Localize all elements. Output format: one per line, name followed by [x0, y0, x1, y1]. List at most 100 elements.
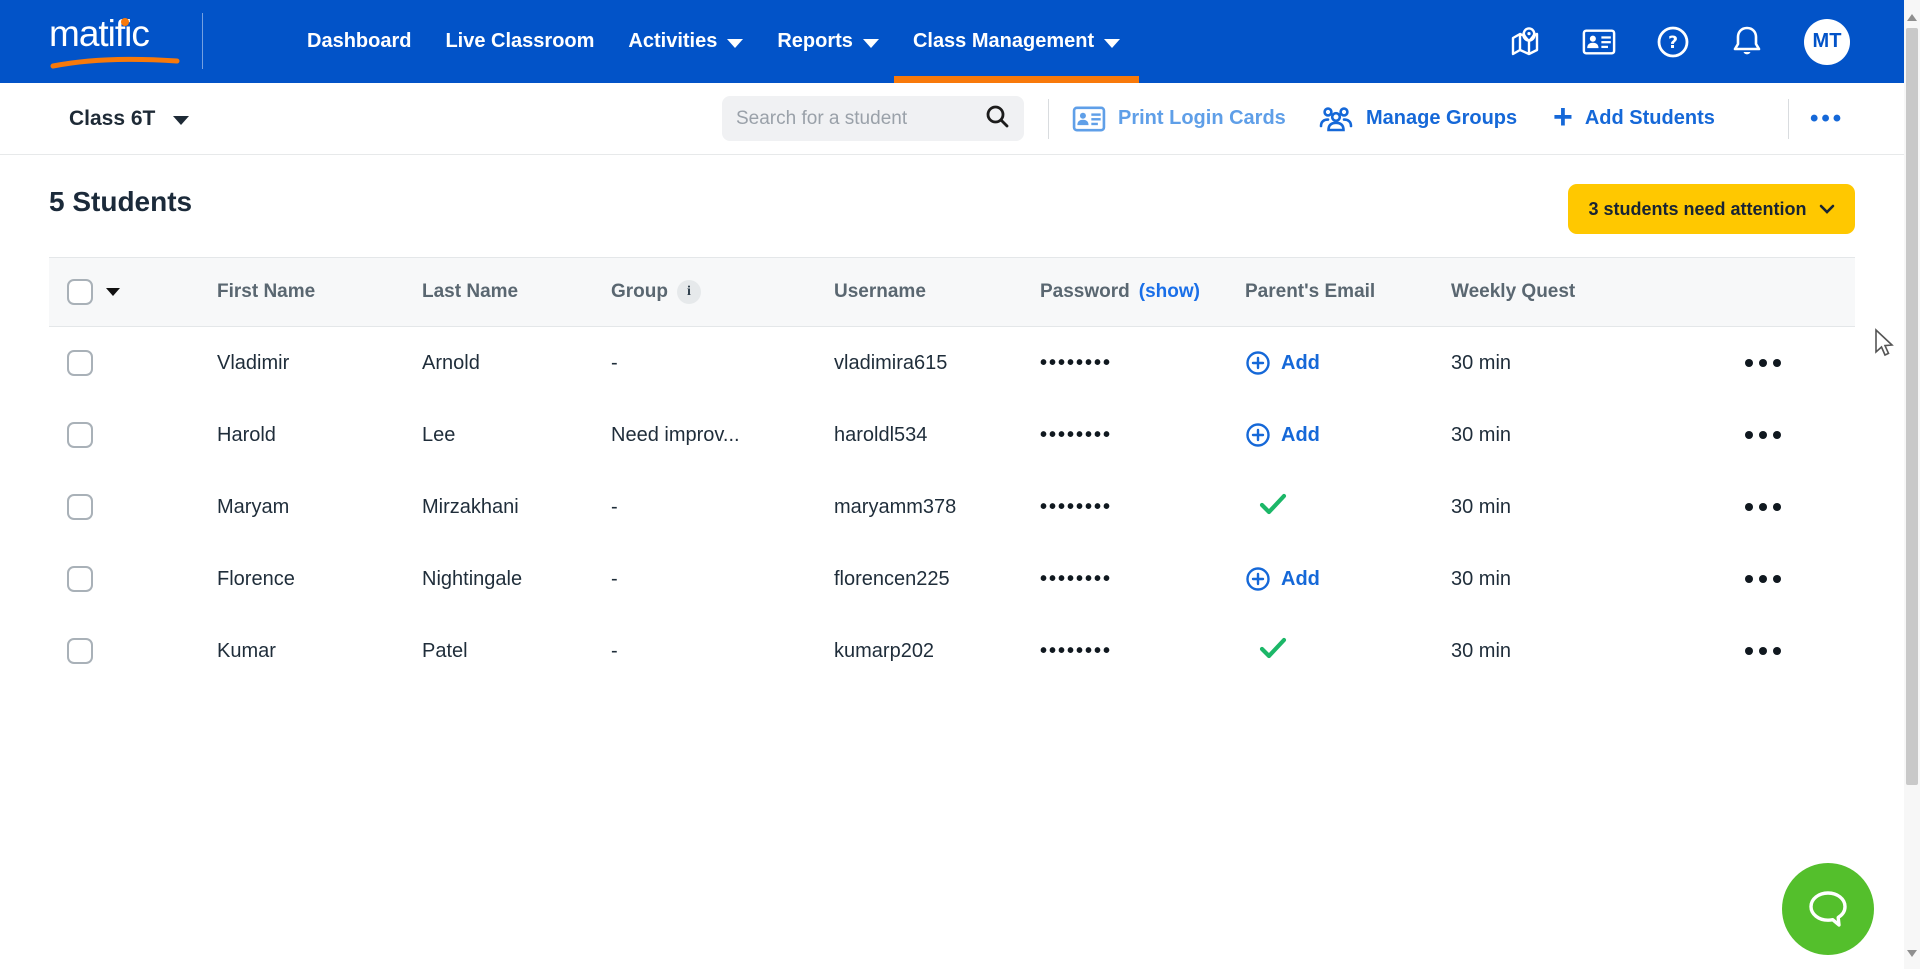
- ellipsis-icon: •••: [1810, 105, 1844, 133]
- nav-divider: [202, 13, 203, 69]
- add-parent-email-button[interactable]: Add: [1245, 422, 1320, 448]
- print-login-cards-label: Print Login Cards: [1118, 107, 1286, 130]
- main-nav: Dashboard Live Classroom Activities Repo…: [290, 0, 1137, 83]
- password-cell: ••••••••: [1040, 496, 1245, 519]
- select-all-checkbox[interactable]: [67, 279, 93, 305]
- nav-item-reports[interactable]: Reports: [760, 0, 896, 83]
- row-more-options-button[interactable]: [1671, 503, 1855, 511]
- column-header-last-name[interactable]: Last Name: [422, 281, 611, 303]
- toolbar-divider: [1048, 99, 1049, 139]
- notifications-bell-icon[interactable]: [1730, 25, 1764, 59]
- password-cell: ••••••••: [1040, 352, 1245, 375]
- logo-text: matific: [49, 13, 149, 54]
- username-cell: haroldl534: [834, 424, 1040, 447]
- circle-plus-icon: [1245, 566, 1271, 592]
- mouse-cursor: [1872, 328, 1896, 358]
- parents-email-cell: Add: [1245, 422, 1451, 448]
- group-cell: -: [611, 640, 834, 663]
- support-chat-button[interactable]: [1782, 863, 1874, 955]
- group-cell: -: [611, 496, 834, 519]
- circle-plus-icon: [1245, 350, 1271, 376]
- chevron-down-icon: [173, 116, 189, 125]
- login-cards-icon[interactable]: [1582, 25, 1616, 59]
- group-info-icon[interactable]: i: [677, 280, 701, 304]
- username-cell: vladimira615: [834, 352, 1040, 375]
- curriculum-map-icon[interactable]: [1508, 25, 1542, 59]
- search-input[interactable]: [736, 108, 984, 130]
- nav-item-class-management[interactable]: Class Management: [896, 0, 1137, 83]
- students-count-heading: 5 Students: [49, 186, 192, 218]
- username-cell: kumarp202: [834, 640, 1040, 663]
- chevron-down-icon: [1104, 39, 1120, 48]
- nav-item-label: Dashboard: [307, 30, 411, 53]
- scrollbar-thumb[interactable]: [1906, 28, 1918, 785]
- avatar-initials: MT: [1813, 30, 1842, 53]
- student-row: Harold Lee Need improv... haroldl534 •••…: [49, 399, 1855, 471]
- weekly-quest-cell: 30 min: [1451, 568, 1671, 591]
- students-need-attention-button[interactable]: 3 students need attention: [1568, 184, 1855, 234]
- more-options-button[interactable]: •••: [1810, 83, 1844, 154]
- password-cell: ••••••••: [1040, 568, 1245, 591]
- id-card-icon: [1072, 105, 1106, 133]
- row-checkbox[interactable]: [67, 422, 93, 448]
- nav-item-activities[interactable]: Activities: [611, 0, 760, 83]
- first-name-cell: Kumar: [217, 640, 422, 663]
- scroll-down-arrow-icon[interactable]: [1907, 950, 1917, 957]
- parent-email-added-check-icon: [1245, 499, 1287, 521]
- nav-item-label: Activities: [628, 30, 717, 53]
- parent-email-added-check-icon: [1245, 643, 1287, 665]
- password-cell: ••••••••: [1040, 640, 1245, 663]
- logo-swoosh-icon: [49, 52, 181, 70]
- chevron-down-icon: [863, 39, 879, 48]
- student-search-box: [722, 96, 1024, 141]
- last-name-cell: Lee: [422, 424, 611, 447]
- add-parent-email-button[interactable]: Add: [1245, 566, 1320, 592]
- class-toolbar: Class 6T Print Login Cards: [0, 83, 1920, 155]
- password-cell: ••••••••: [1040, 424, 1245, 447]
- toolbar-divider: [1788, 99, 1789, 139]
- user-avatar[interactable]: MT: [1804, 19, 1850, 65]
- add-parent-email-button[interactable]: Add: [1245, 350, 1320, 376]
- nav-item-dashboard[interactable]: Dashboard: [290, 0, 428, 83]
- add-students-button[interactable]: + Add Students: [1553, 83, 1715, 154]
- row-checkbox[interactable]: [67, 350, 93, 376]
- top-nav: matific Dashboard Live Classroom Activit…: [0, 0, 1920, 83]
- table-header-row: First Name Last Name Group i Username Pa…: [49, 257, 1855, 327]
- last-name-cell: Arnold: [422, 352, 611, 375]
- chat-bubble-icon: [1805, 888, 1851, 930]
- row-checkbox[interactable]: [67, 566, 93, 592]
- column-header-weekly-quest: Weekly Quest: [1451, 281, 1671, 303]
- circle-plus-icon: [1245, 422, 1271, 448]
- select-menu-caret-icon[interactable]: [106, 288, 120, 296]
- nav-item-label: Class Management: [913, 30, 1094, 53]
- matific-logo[interactable]: matific: [49, 12, 189, 70]
- last-name-cell: Patel: [422, 640, 611, 663]
- students-table: First Name Last Name Group i Username Pa…: [49, 257, 1855, 687]
- last-name-cell: Nightingale: [422, 568, 611, 591]
- group-cell: -: [611, 568, 834, 591]
- help-icon[interactable]: ?: [1656, 25, 1690, 59]
- column-header-first-name[interactable]: First Name: [217, 281, 422, 303]
- scroll-up-arrow-icon[interactable]: [1907, 14, 1917, 21]
- chevron-down-icon: [727, 39, 743, 48]
- row-more-options-button[interactable]: [1671, 359, 1855, 367]
- group-cell: Need improv...: [611, 424, 834, 447]
- row-more-options-button[interactable]: [1671, 647, 1855, 655]
- chevron-down-icon: [1819, 204, 1835, 214]
- search-icon[interactable]: [984, 103, 1010, 134]
- nav-item-live-classroom[interactable]: Live Classroom: [428, 0, 611, 83]
- row-checkbox[interactable]: [67, 638, 93, 664]
- row-more-options-button[interactable]: [1671, 575, 1855, 583]
- manage-groups-button[interactable]: Manage Groups: [1318, 83, 1517, 154]
- row-checkbox[interactable]: [67, 494, 93, 520]
- class-selector-dropdown[interactable]: Class 6T: [69, 83, 189, 154]
- plus-icon: +: [1553, 102, 1573, 132]
- show-passwords-link[interactable]: (show): [1139, 281, 1200, 303]
- row-more-options-button[interactable]: [1671, 431, 1855, 439]
- nav-item-label: Reports: [777, 30, 853, 53]
- column-header-group[interactable]: Group i: [611, 280, 834, 304]
- page-scrollbar[interactable]: [1904, 0, 1920, 969]
- print-login-cards-button[interactable]: Print Login Cards: [1072, 83, 1286, 154]
- table-body: Vladimir Arnold - vladimira615 •••••••• …: [49, 327, 1855, 687]
- manage-groups-label: Manage Groups: [1366, 107, 1517, 130]
